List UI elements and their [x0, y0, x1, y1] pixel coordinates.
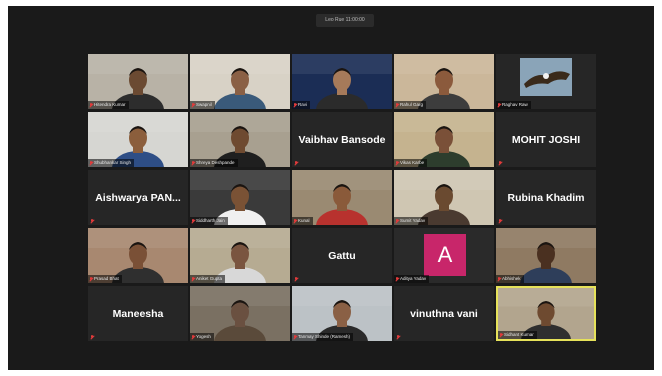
participant-name-label: Vikas Karbe [394, 159, 428, 167]
participant-name-label: Aditya Yadav [394, 275, 430, 283]
participant-name-label: Shreya Deshpande [190, 159, 238, 167]
participant-name-text: Prasad Bhat [94, 276, 119, 281]
participant-tile[interactable]: Swapnil [190, 54, 290, 109]
muted-mic-icon [90, 335, 94, 340]
muted-mic-icon [191, 160, 195, 166]
participant-name-text: Vikas Karbe [400, 160, 425, 165]
avatar: A [424, 234, 466, 276]
meeting-window: Leo Rue 11:00:00 Hitendra Kumar Swapnil … [8, 6, 654, 370]
muted-mic-icon [89, 160, 93, 166]
participant-name-label: Kunal [292, 217, 313, 225]
participant-display-name: Rubina Khadim [507, 191, 585, 204]
participant-tile[interactable]: Shreya Deshpande [190, 112, 290, 167]
muted-mic-icon [395, 102, 399, 108]
participant-name-label: Prasad Bhat [88, 275, 122, 283]
participant-display-name: Vaibhav Bansode [298, 133, 386, 146]
participant-name-text: Abhishek [502, 276, 521, 281]
participant-name-label: Aniket Gupta [190, 275, 226, 283]
muted-mic-icon [89, 276, 93, 282]
participant-name-text: Shubhankar Singh [94, 160, 132, 165]
muted-mic-icon [294, 277, 298, 282]
participant-tile[interactable]: Shubhankar Singh [88, 112, 188, 167]
participant-name-label: Ravi [292, 101, 311, 109]
muted-mic-icon [498, 219, 502, 224]
participant-name-text: Raghav Raw [502, 102, 528, 107]
participant-name-text: Swapnil [196, 102, 212, 107]
participant-tile[interactable]: Vaibhav Bansode [292, 112, 392, 167]
participant-tile[interactable]: Siddharth Jain [190, 170, 290, 225]
muted-mic-icon [293, 102, 297, 108]
participant-tile[interactable]: Maneesha [88, 286, 188, 341]
participant-name-text: Aditya Yadav [400, 276, 427, 281]
muted-mic-icon [498, 161, 502, 166]
participant-name-text: Siddharth Jain [196, 218, 225, 223]
meeting-banner[interactable]: Leo Rue 11:00:00 [316, 14, 374, 27]
muted-mic-icon [497, 102, 501, 108]
participant-name-label: Shubhankar Singh [88, 159, 135, 167]
participant-name-label: Sidhant Kumar [498, 331, 537, 339]
participant-tile[interactable]: Prasad Bhat [88, 228, 188, 283]
participant-tile[interactable]: Kunal [292, 170, 392, 225]
muted-mic-icon [90, 219, 94, 224]
participant-tile[interactable]: Tanmay Shinde (Ramesh) [292, 286, 392, 341]
participant-tile[interactable]: MOHIT JOSHI [496, 112, 596, 167]
muted-mic-icon [191, 276, 195, 282]
participant-name-label: Sumit Yadav [394, 217, 429, 225]
participant-display-name: MOHIT JOSHI [511, 133, 581, 146]
participant-name-label: Abhishek [496, 275, 524, 283]
participant-name-text: Sumit Yadav [400, 218, 426, 223]
participant-tile[interactable]: Raghav Raw [496, 54, 596, 109]
muted-mic-icon [191, 334, 195, 340]
participant-tile[interactable]: A Aditya Yadav [394, 228, 494, 283]
participant-name-label: Tanmay Shinde (Ramesh) [292, 333, 354, 341]
participant-name-text: Aniket Gupta [196, 276, 223, 281]
participant-name-label: Siddharth Jain [190, 217, 228, 225]
participant-tile[interactable]: Aishwarya PAN... [88, 170, 188, 225]
participant-tile[interactable]: Ravi [292, 54, 392, 109]
participant-name-text: Yogesh [196, 334, 211, 339]
participant-name-label: Raghav Raw [496, 101, 531, 109]
muted-mic-icon [293, 334, 297, 340]
participant-name-text: Kunal [298, 218, 310, 223]
muted-mic-icon [497, 276, 501, 282]
muted-mic-icon [293, 218, 297, 224]
participant-tile[interactable]: Gattu [292, 228, 392, 283]
participant-tile[interactable]: Sidhant Kumar [496, 286, 596, 341]
muted-mic-icon [294, 161, 298, 166]
participant-tile[interactable]: Hitendra Kumar [88, 54, 188, 109]
muted-mic-icon [191, 102, 195, 108]
participant-tile[interactable]: Rahul Garg [394, 54, 494, 109]
participant-name-label: Swapnil [190, 101, 215, 109]
participant-name-text: Hitendra Kumar [94, 102, 126, 107]
participant-display-name: Maneesha [112, 307, 164, 320]
participant-name-text: Shreya Deshpande [196, 160, 235, 165]
participant-display-name: Gattu [328, 249, 356, 262]
participant-gallery: Hitendra Kumar Swapnil Ravi Rahul Garg R… [88, 54, 596, 341]
participant-name-label: Yogesh [190, 333, 214, 341]
muted-mic-icon [191, 218, 195, 224]
muted-mic-icon [395, 218, 399, 224]
participant-tile[interactable]: Rubina Khadim [496, 170, 596, 225]
participant-display-name: Aishwarya PAN... [95, 191, 181, 204]
muted-mic-icon [89, 102, 93, 108]
muted-mic-icon [395, 160, 399, 166]
participant-tile[interactable]: Vikas Karbe [394, 112, 494, 167]
participant-name-text: Rahul Garg [400, 102, 424, 107]
participant-name-text: Ravi [298, 102, 308, 107]
participant-tile[interactable]: vinuthna vani [394, 286, 494, 341]
participant-tile[interactable]: Yogesh [190, 286, 290, 341]
muted-mic-icon [499, 332, 503, 338]
participant-name-label: Hitendra Kumar [88, 101, 129, 109]
participant-display-name: vinuthna vani [410, 307, 478, 320]
participant-tile[interactable]: Abhishek [496, 228, 596, 283]
participant-name-text: Sidhant Kumar [504, 332, 534, 337]
participant-tile[interactable]: Aniket Gupta [190, 228, 290, 283]
participant-name-label: Rahul Garg [394, 101, 427, 109]
muted-mic-icon [396, 335, 400, 340]
participant-tile[interactable]: Sumit Yadav [394, 170, 494, 225]
participant-name-text: Tanmay Shinde (Ramesh) [298, 334, 351, 339]
muted-mic-icon [395, 276, 399, 282]
